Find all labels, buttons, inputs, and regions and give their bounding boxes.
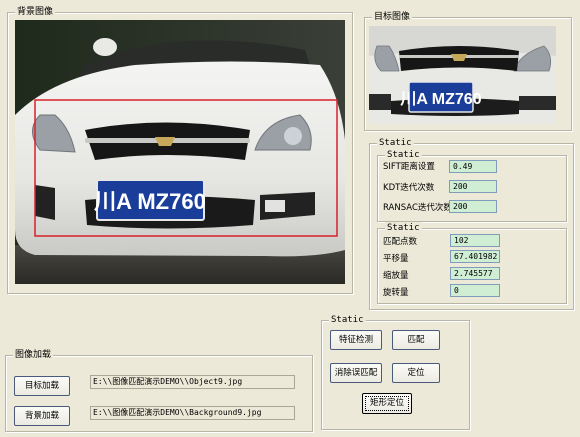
static-actions-group-title: Static xyxy=(329,314,366,326)
sift-distance-label: SIFT距离设置 xyxy=(383,162,435,172)
rect-locate-button[interactable]: 矩形定位 xyxy=(362,393,412,414)
match-button[interactable]: 匹配 xyxy=(392,330,440,350)
static-params-group-title: Static xyxy=(385,149,422,161)
sift-distance-input[interactable]: 0.49 xyxy=(449,160,497,173)
ransac-iterations-input[interactable]: 200 xyxy=(449,200,497,213)
target-car-image: 川A MZ760 xyxy=(369,26,556,124)
translation-label: 平移量 xyxy=(383,254,409,264)
remove-mismatch-button[interactable]: 消除误匹配 xyxy=(330,363,382,383)
target-path-field: E:\\图像匹配演示DEMO\\Object9.jpg xyxy=(90,375,295,389)
feature-detect-button[interactable]: 特征检测 xyxy=(330,330,382,350)
translation-output: 67.401982,27 xyxy=(450,250,500,263)
locate-button[interactable]: 定位 xyxy=(392,363,440,383)
target-image-group-title: 目标图像 xyxy=(372,11,413,23)
license-plate-text: 川A MZ760 xyxy=(93,189,206,214)
match-points-output: 102 xyxy=(450,234,500,247)
static-main-group-title: Static xyxy=(377,137,414,149)
ransac-iterations-label: RANSAC迭代次数 xyxy=(383,203,452,213)
background-path-field: E:\\图像匹配演示DEMO\\Background9.jpg xyxy=(90,406,295,420)
target-photo: 川A MZ760 xyxy=(369,26,556,124)
scale-output: 2.745577 xyxy=(450,267,500,280)
background-image-group-title: 背景图像 xyxy=(15,6,56,18)
static-results-group-title: Static xyxy=(385,222,422,234)
match-points-label: 匹配点数 xyxy=(383,237,418,247)
image-load-group-title: 图像加载 xyxy=(13,349,54,361)
car-front-image: 川A MZ760 xyxy=(15,20,345,284)
kdt-iterations-input[interactable]: 200 xyxy=(449,180,497,193)
kdt-iterations-label: KDT迭代次数 xyxy=(383,183,435,193)
target-license-plate-text: 川A MZ760 xyxy=(399,91,481,108)
rotation-output: 0 xyxy=(450,284,500,297)
background-photo: 川A MZ760 xyxy=(15,20,345,284)
background-load-button[interactable]: 背景加载 xyxy=(14,406,70,426)
scale-label: 缩放量 xyxy=(383,271,409,281)
rotation-label: 旋转量 xyxy=(383,288,409,298)
target-load-button[interactable]: 目标加载 xyxy=(14,376,70,396)
